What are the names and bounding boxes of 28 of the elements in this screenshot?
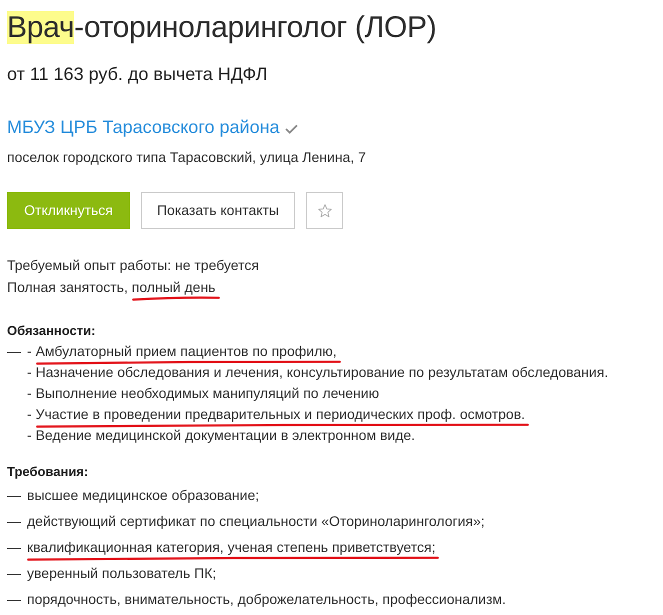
job-title: Врач-оториноларинголог (ЛОР) — [7, 10, 438, 46]
dash-marker: — — [7, 591, 21, 607]
duty-item: - Выполнение необходимых манипуляций по лечению — [27, 384, 380, 403]
address-text: поселок городского типа Тарасовский, улица Ленина, 7 — [7, 148, 367, 166]
duty-item: - Назначение обследования и лечения, консультирование по результатам обследования. — [27, 363, 608, 382]
favorite-button[interactable] — [306, 192, 343, 229]
section-heading: Требования: — [7, 463, 90, 481]
show-contacts-button[interactable]: Показать контакты — [141, 192, 295, 229]
section-heading: Обязанности: — [7, 322, 96, 340]
star-icon — [318, 204, 332, 218]
dash-marker: — — [7, 539, 21, 555]
dash-marker: — — [7, 565, 21, 581]
requirement-item: квалификационная категория, ученая степень приветствуется; — [27, 538, 436, 557]
company-link[interactable]: МБУЗ ЦРБ Тарасовского района — [7, 115, 280, 139]
duty-item: - Участие в проведении предварительных и периодических проф. осмотров. — [27, 405, 526, 424]
salary-text: от 11 163 руб. до вычета НДФЛ — [7, 63, 268, 86]
requirement-item: действующий сертификат по специальности «Оториноларингология»; — [27, 512, 485, 531]
requirement-item: уверенный пользователь ПК; — [27, 564, 216, 583]
dash-marker: — — [7, 487, 21, 503]
employment-text: Полная занятость, полный день — [7, 278, 216, 297]
duty-item: - Амбулаторный прием пациентов по профилю, — [27, 342, 337, 361]
apply-button[interactable]: Откликнуться — [7, 192, 130, 229]
dash-marker: — — [7, 513, 21, 529]
requirement-item: порядочность, внимательность, доброжелательность, профессионализм. — [27, 590, 506, 609]
dash-marker: — — [7, 343, 21, 359]
duty-item: - Ведение медицинской документации в электронном виде. — [27, 426, 416, 445]
experience-text: Требуемый опыт работы: не требуется — [7, 256, 259, 275]
requirement-item: высшее медицинское образование; — [27, 486, 260, 505]
